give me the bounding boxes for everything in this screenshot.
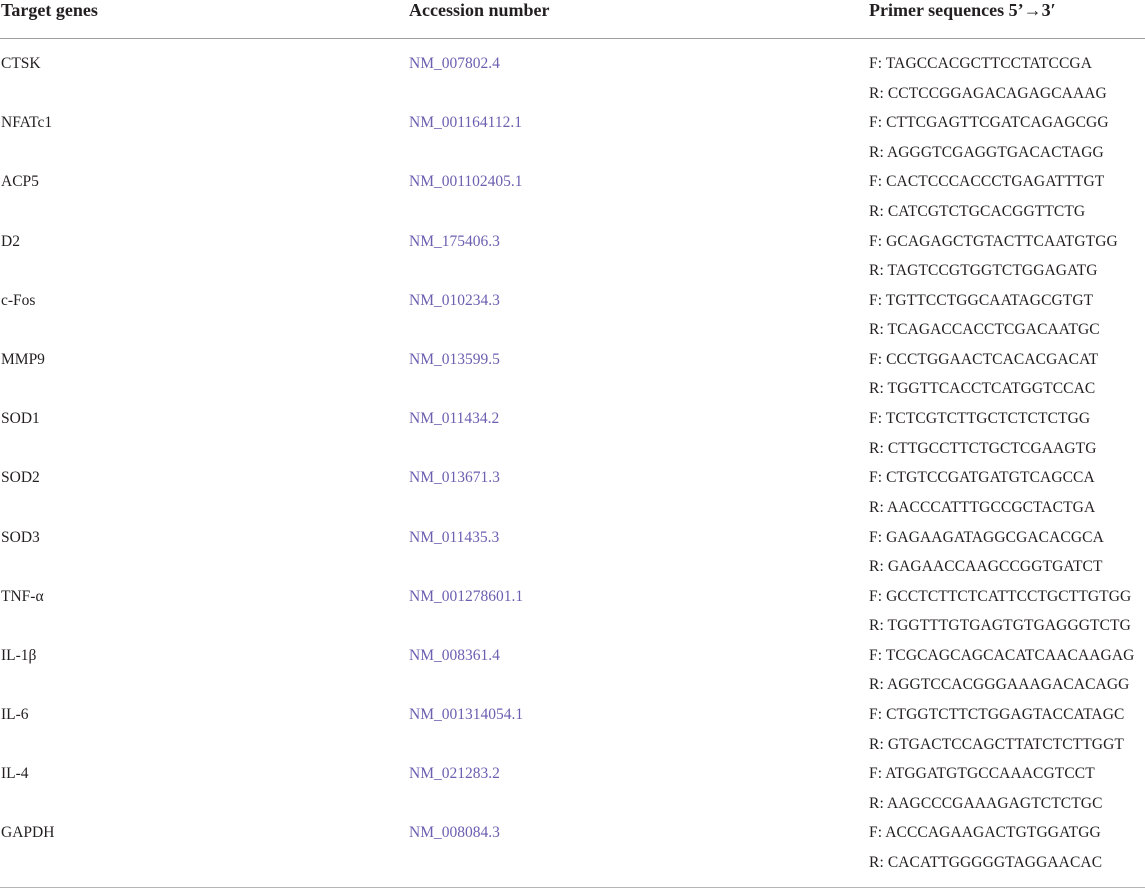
gene-name: GAPDH — [1, 824, 55, 842]
table-row: ACP5 NM_001102405.1 F: CACTCCCACCCTGAGATTT… — [0, 153, 1145, 220]
forward-primer: F: TCGCAGCAGCACATCAACAAGAG — [869, 646, 1135, 664]
gene-name: D2 — [1, 232, 20, 250]
table-row: SOD3 NM_011435.3 F: GAGAAGATAGGCGACACGCA R:… — [0, 509, 1145, 576]
gene-name: IL-4 — [1, 765, 29, 783]
accession-link[interactable]: NM_001278601.1 — [409, 588, 523, 606]
gene-name: IL-6 — [1, 706, 29, 724]
accession-link[interactable]: NM_001102405.1 — [409, 173, 523, 191]
accession-link[interactable]: NM_008084.3 — [409, 824, 500, 842]
primer-table: Target genes Accession number Primer seq… — [0, 0, 1145, 889]
table-row: TNF-α NM_001278601.1 F: GCCTCTTCTCATTCCTGC… — [0, 568, 1145, 635]
forward-primer: F: ATGGATGTGCCAAACGTCCT — [869, 765, 1095, 783]
table-row: GAPDH NM_008084.3 F: ACCCAGAAGACTGTGGATGG R… — [0, 804, 1145, 871]
table-row: NFATc1 NM_001164112.1 F: CTTCGAGTTCGATCAGA… — [0, 94, 1145, 161]
forward-primer: F: TAGCCACGCTTCCTATCCGA — [869, 55, 1093, 72]
table-row: CTSK NM_007802.4 F: TAGCCACGCTTCCTATCCGA R:… — [0, 35, 1145, 102]
forward-primer: F: ACCCAGAAGACTGTGGATGG — [869, 824, 1101, 842]
forward-primer: F: GCAGAGCTGTACTTCAATGTGG — [869, 232, 1118, 250]
accession-link[interactable]: NM_021283.2 — [409, 765, 500, 783]
header-accession-number: Accession number — [409, 0, 550, 20]
gene-name: CTSK — [1, 55, 41, 72]
forward-primer: F: CTGGTCTTCTGGAGTACCATAGC — [869, 706, 1125, 724]
forward-primer: F: CCCTGGAACTCACACGACAT — [869, 350, 1099, 368]
accession-link[interactable]: NM_011434.2 — [409, 410, 499, 428]
forward-primer: F: GCCTCTTCTCATTCCTGCTTGTGG — [869, 587, 1132, 605]
table-row: SOD2 NM_013671.3 F: CTGTCCGATGATGTCAGCCA R:… — [0, 449, 1145, 516]
accession-link[interactable]: NM_013599.5 — [409, 351, 500, 369]
table-row: D2 NM_175406.3 F: GCAGAGCTGTACTTCAATGTGG R:… — [0, 213, 1145, 280]
forward-primer: F: GAGAAGATAGGCGACACGCA — [869, 528, 1104, 546]
gene-name: SOD1 — [1, 410, 40, 428]
gene-name: ACP5 — [1, 173, 39, 191]
accession-link[interactable]: NM_010234.3 — [409, 292, 500, 310]
accession-link[interactable]: NM_008361.4 — [409, 647, 500, 665]
table-bottom-rule — [0, 887, 1145, 888]
accession-link[interactable]: NM_175406.3 — [409, 233, 500, 251]
forward-primer: F: CTTCGAGTTCGATCAGAGCGG — [869, 114, 1109, 132]
table-body: CTSK NM_007802.4 F: TAGCCACGCTTCCTATCCGA R:… — [0, 35, 1145, 871]
gene-name: TNF-α — [1, 587, 44, 605]
table-row: MMP9 NM_013599.5 F: CCCTGGAACTCACACGACAT R:… — [0, 331, 1145, 398]
table-header: Target genes Accession number Primer seq… — [0, 0, 1145, 39]
accession-link[interactable]: NM_013671.3 — [409, 469, 500, 487]
gene-name: MMP9 — [1, 350, 45, 368]
table-row: c-Fos NM_010234.3 F: TGTTCCTGGCAATAGCGTGT R… — [0, 272, 1145, 339]
accession-link[interactable]: NM_001164112.1 — [409, 114, 522, 132]
forward-primer: F: CTGTCCGATGATGTCAGCCA — [869, 469, 1095, 487]
table-row: IL-6 NM_001314054.1 F: CTGGTCTTCTGGAGTACCA… — [0, 686, 1145, 753]
accession-link[interactable]: NM_007802.4 — [409, 55, 500, 73]
accession-link[interactable]: NM_001314054.1 — [409, 706, 523, 724]
forward-primer: F: TCTCGTCTTGCTCTCTCTGG — [869, 410, 1091, 428]
gene-name: NFATc1 — [1, 114, 53, 132]
gene-name: c-Fos — [1, 291, 36, 309]
reverse-primer: R: CACATTGGGGGTAGGAACAC — [869, 853, 1103, 871]
gene-name: IL-1β — [1, 646, 37, 664]
header-target-genes: Target genes — [1, 0, 98, 20]
header-primer-sequences: Primer sequences 5’→3′ — [869, 0, 1056, 20]
gene-name: SOD2 — [1, 469, 40, 487]
forward-primer: F: CACTCCCACCCTGAGATTTGT — [869, 173, 1105, 191]
forward-primer: F: TGTTCCTGGCAATAGCGTGT — [869, 291, 1094, 309]
accession-link[interactable]: NM_011435.3 — [409, 529, 499, 547]
table-row: IL-4 NM_021283.2 F: ATGGATGTGCCAAACGTCCT R:… — [0, 745, 1145, 812]
table-row: IL-1β NM_008361.4 F: TCGCAGCAGCACATCAACAAG… — [0, 627, 1145, 694]
table-row: SOD1 NM_011434.2 F: TCTCGTCTTGCTCTCTCTGG R:… — [0, 390, 1145, 457]
gene-name: SOD3 — [1, 528, 40, 546]
